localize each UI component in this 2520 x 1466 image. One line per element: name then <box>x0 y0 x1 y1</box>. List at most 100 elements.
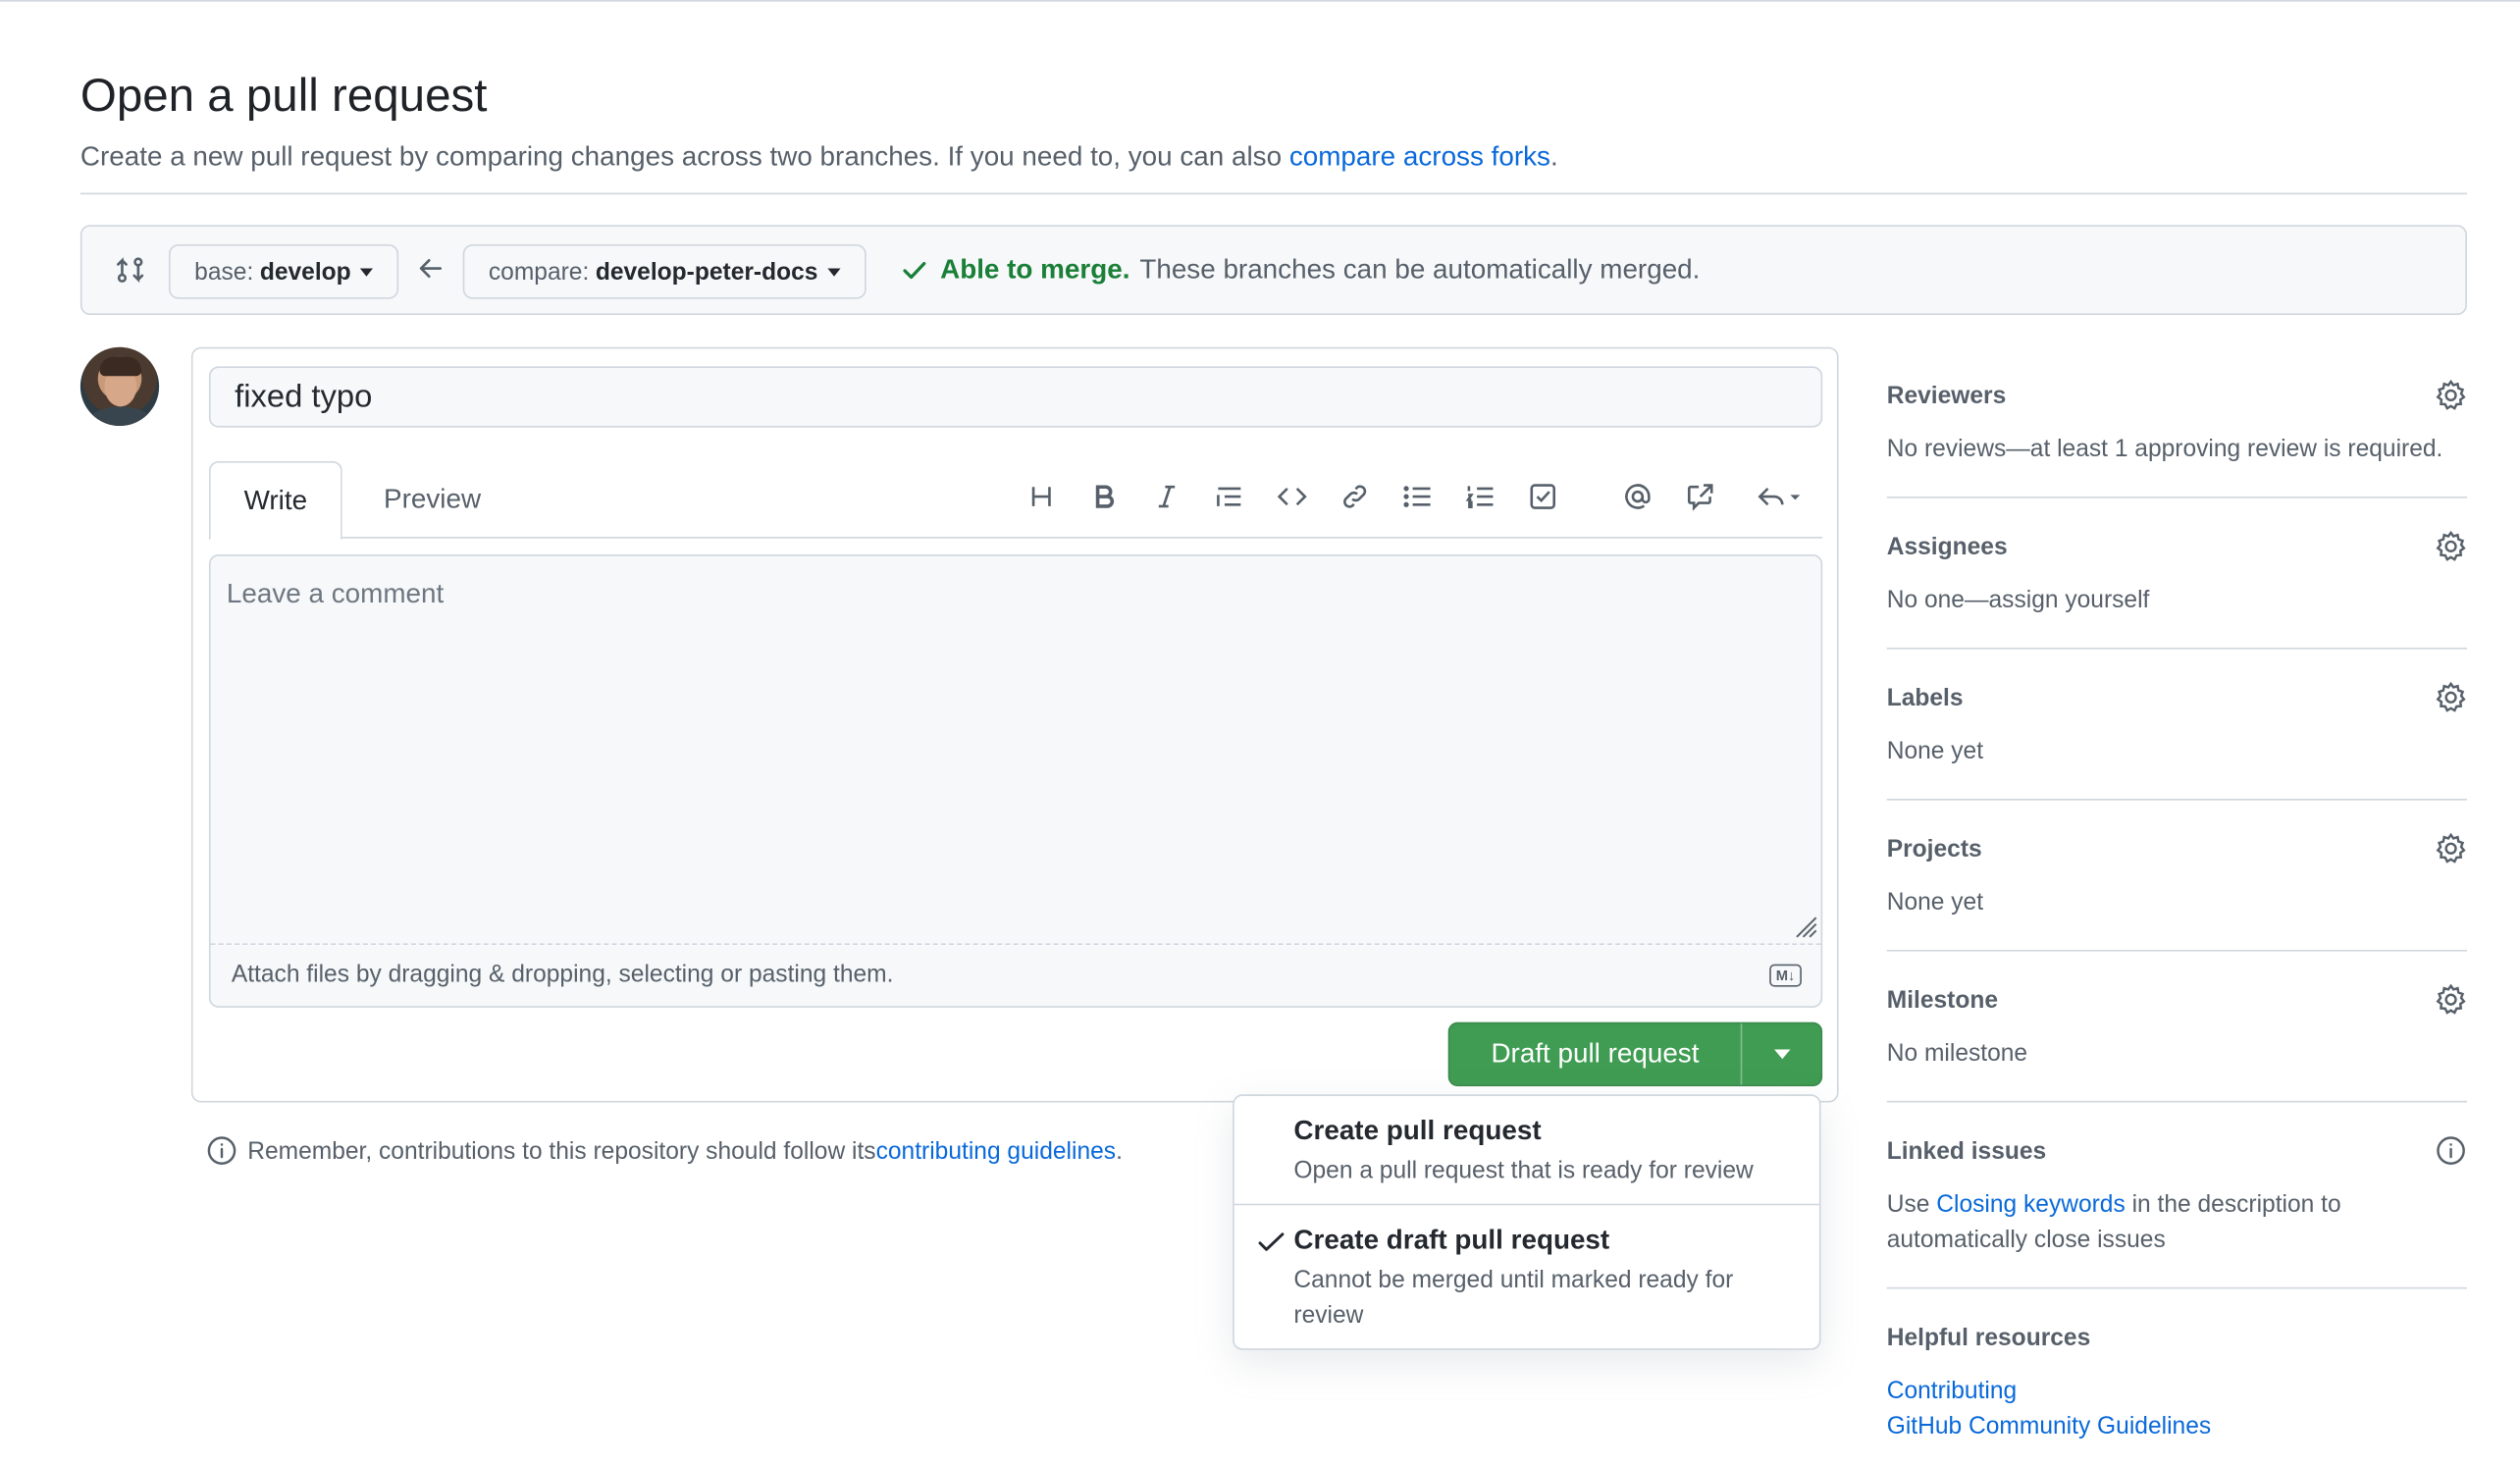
base-branch-select[interactable]: base: develop <box>168 243 399 299</box>
menu-item-create-pr[interactable]: Create pull request Open a pull request … <box>1234 1116 1819 1189</box>
reviewers-heading[interactable]: Reviewers <box>1887 383 2467 410</box>
compare-branch-name: develop-peter-docs <box>595 257 818 286</box>
mention-icon[interactable] <box>1615 474 1660 519</box>
editor-tabs: Write Preview <box>208 461 1823 541</box>
milestone-value: No milestone <box>1886 1039 2028 1068</box>
gear-icon[interactable] <box>2435 681 2467 713</box>
task-list-icon[interactable] <box>1520 474 1565 519</box>
cross-reference-icon[interactable] <box>1678 474 1723 519</box>
contributing-guidelines-link[interactable]: contributing guidelines <box>876 1137 1116 1165</box>
sidebar-reviewers: Reviewers No reviews—at least 1 approvin… <box>1886 379 2467 468</box>
linked-prefix: Use <box>1886 1190 1937 1219</box>
gear-icon[interactable] <box>2435 983 2467 1016</box>
menu-item-desc: Open a pull request that is ready for re… <box>1293 1157 1754 1185</box>
resize-handle-icon[interactable] <box>1795 916 1817 939</box>
top-divider <box>0 0 2520 2</box>
markdown-icon[interactable]: M↓ <box>1769 964 1802 987</box>
sidebar-divider <box>1886 949 2467 952</box>
merge-status: Able to merge. These branches can be aut… <box>902 253 1701 287</box>
assignees-heading[interactable]: Assignees <box>1887 534 2467 561</box>
check-icon <box>902 257 927 283</box>
projects-value: None yet <box>1886 888 1984 916</box>
chevron-down-icon <box>827 267 841 276</box>
menu-item-title: Create pull request <box>1293 1115 1542 1146</box>
attach-divider <box>210 943 1821 945</box>
menu-item-create-draft-pr[interactable]: Create draft pull request Cannot be merg… <box>1234 1225 1819 1334</box>
sidebar-divider <box>1886 1100 2467 1103</box>
italic-icon[interactable] <box>1144 474 1189 519</box>
base-branch-name: develop <box>259 257 351 286</box>
menu-item-title: Create draft pull request <box>1293 1224 1610 1256</box>
pr-title-input[interactable] <box>208 366 1823 428</box>
page-subtitle: Create a new pull request by comparing c… <box>80 141 1558 174</box>
contributing-note: Remember, contributions to this reposito… <box>206 1134 1123 1167</box>
submit-options-menu: Create pull request Open a pull request … <box>1233 1094 1821 1350</box>
labels-heading[interactable]: Labels <box>1887 685 2467 712</box>
submit-options-dropdown[interactable] <box>1742 1023 1820 1084</box>
helpful-resources-heading: Helpful resources <box>1886 1324 2091 1352</box>
gear-icon[interactable] <box>2435 530 2467 562</box>
info-icon[interactable] <box>2435 1134 2467 1167</box>
note-text: Remember, contributions to this reposito… <box>247 1136 876 1165</box>
note-end: . <box>1116 1136 1123 1165</box>
numbered-list-icon[interactable] <box>1457 474 1502 519</box>
merge-status-label: Able to merge. <box>940 253 1130 285</box>
sidebar-divider <box>1886 648 2467 650</box>
resource-links: Contributing GitHub Community Guidelines <box>1887 1374 2467 1444</box>
base-prefix: base: <box>194 257 254 286</box>
bold-icon[interactable] <box>1081 474 1127 519</box>
linked-issues-text: Use Closing keywords in the description … <box>1887 1187 2401 1258</box>
link-icon[interactable] <box>1333 474 1378 519</box>
bullet-list-icon[interactable] <box>1395 474 1441 519</box>
sidebar-milestone: Milestone No milestone <box>1886 983 2467 1073</box>
tab-preview[interactable]: Preview <box>358 461 506 539</box>
compare-prefix: compare: <box>488 257 590 286</box>
menu-item-desc: Cannot be merged until marked ready for … <box>1293 1266 1734 1330</box>
gear-icon[interactable] <box>2435 832 2467 864</box>
tab-write[interactable]: Write <box>208 461 342 541</box>
labels-value: None yet <box>1886 737 1984 765</box>
milestone-heading[interactable]: Milestone <box>1887 987 2467 1015</box>
merge-status-detail: These branches can be automatically merg… <box>1139 253 1701 285</box>
sidebar-helpful-resources: Helpful resources Contributing GitHub Co… <box>1887 1325 2467 1445</box>
gear-icon[interactable] <box>2435 379 2467 412</box>
compare-branch-select[interactable]: compare: develop-peter-docs <box>462 243 866 299</box>
code-icon[interactable] <box>1270 474 1315 519</box>
subtitle-end: . <box>1549 141 1558 173</box>
compare-across-forks-link[interactable]: compare across forks <box>1289 141 1550 172</box>
sidebar-assignees: Assignees No one—assign yourself <box>1887 530 2467 619</box>
menu-divider <box>1234 1203 1819 1206</box>
pr-composer: Write Preview Leave a comment Attach fil… <box>190 346 1839 1103</box>
projects-heading[interactable]: Projects <box>1887 836 2467 864</box>
page-title: Open a pull request <box>79 71 488 123</box>
heading-icon[interactable] <box>1019 474 1064 519</box>
contributing-link[interactable]: Contributing <box>1887 1374 2467 1409</box>
comment-placeholder: Leave a comment <box>226 578 445 609</box>
sidebar-linked-issues: Linked issues Use Closing keywords in th… <box>1886 1136 2467 1259</box>
chevron-down-icon <box>360 267 374 276</box>
closing-keywords-link[interactable]: Closing keywords <box>1936 1191 2126 1219</box>
sidebar-divider <box>1886 497 2467 498</box>
sidebar-projects: Projects None yet <box>1886 832 2467 921</box>
sidebar-divider <box>1886 798 2467 801</box>
arrow-left-icon <box>416 254 445 283</box>
draft-pr-button-group: Draft pull request <box>1447 1021 1823 1087</box>
linked-issues-heading: Linked issues <box>1886 1137 2047 1166</box>
attach-files-hint[interactable]: Attach files by dragging & dropping, sel… <box>232 961 894 988</box>
avatar[interactable] <box>79 346 160 427</box>
branch-range-bar: base: develop compare: develop-peter-docs … <box>79 225 2467 315</box>
compare-arrows-icon <box>114 254 146 287</box>
assign-yourself-link[interactable]: No one—assign yourself <box>1887 584 2467 619</box>
community-guidelines-link[interactable]: GitHub Community Guidelines <box>1887 1409 2467 1444</box>
sidebar-divider <box>1886 1286 2467 1289</box>
quote-icon[interactable] <box>1207 474 1252 519</box>
sidebar-labels: Labels None yet <box>1886 681 2467 770</box>
subtitle-text: Create a new pull request by comparing c… <box>79 141 1289 173</box>
comment-textarea[interactable]: Leave a comment Attach files by dragging… <box>208 554 1823 1008</box>
info-icon <box>207 1136 236 1165</box>
triangle-down-icon <box>1773 1049 1790 1060</box>
reviewers-value: No reviews—at least 1 approving review i… <box>1886 435 2443 463</box>
draft-pr-button[interactable]: Draft pull request <box>1449 1023 1743 1085</box>
header-divider <box>79 192 2467 195</box>
saved-replies-icon[interactable] <box>1747 474 1811 519</box>
